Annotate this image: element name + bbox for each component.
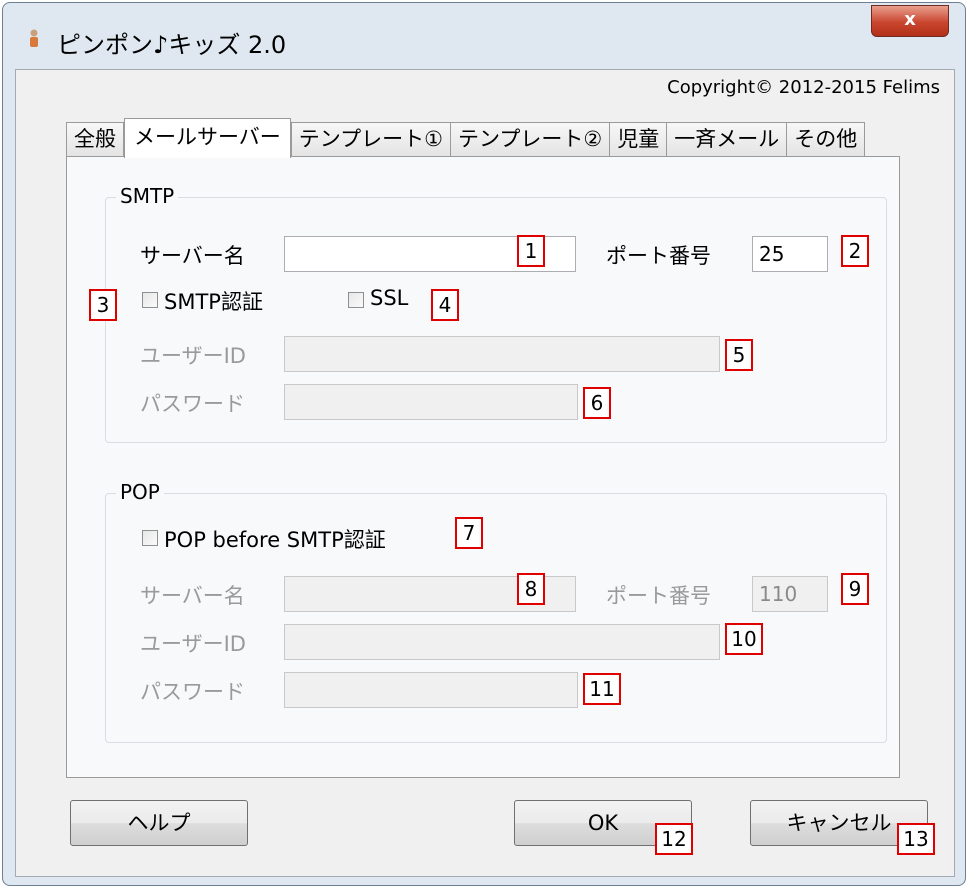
copyright-text: Copyright© 2012-2015 Felims	[667, 77, 940, 98]
tab-template-2[interactable]: テンプレート②	[450, 122, 611, 156]
annotation-marker-6: 6	[583, 387, 611, 419]
annotation-marker-9: 9	[841, 573, 869, 605]
annotation-marker-11: 11	[583, 673, 621, 705]
mail-server-panel: SMTP サーバー名 ポート番号 25 SMTP認証 SSL ユーザーID パス…	[66, 156, 900, 778]
smtp-user-label: ユーザーID	[140, 344, 246, 368]
smtp-auth-label[interactable]: SMTP認証	[164, 286, 263, 316]
smtp-group-title: SMTP	[116, 184, 179, 208]
annotation-marker-8: 8	[517, 573, 545, 605]
annotation-marker-3: 3	[89, 289, 117, 321]
annotation-marker-4: 4	[431, 289, 459, 321]
tab-mail-server[interactable]: メールサーバー	[124, 118, 291, 158]
tab-other[interactable]: その他	[786, 122, 866, 156]
ssl-label[interactable]: SSL	[370, 286, 408, 310]
tab-template-1[interactable]: テンプレート①	[290, 122, 451, 156]
pop-password-input[interactable]	[284, 672, 578, 708]
ssl-checkbox[interactable]	[348, 292, 364, 308]
annotation-marker-7: 7	[455, 517, 483, 549]
pop-user-input[interactable]	[284, 624, 720, 660]
smtp-server-label: サーバー名	[140, 244, 245, 268]
help-button[interactable]: ヘルプ	[70, 800, 248, 846]
pop-before-smtp-checkbox[interactable]	[142, 530, 158, 546]
close-button[interactable]: x	[871, 5, 949, 37]
annotation-marker-1: 1	[517, 235, 545, 267]
pop-port-label: ポート番号	[606, 584, 711, 608]
smtp-password-label: パスワード	[140, 392, 245, 416]
tab-general[interactable]: 全般	[66, 122, 124, 156]
smtp-port-label: ポート番号	[606, 244, 711, 268]
pop-server-label: サーバー名	[140, 584, 245, 608]
annotation-marker-10: 10	[725, 623, 763, 655]
close-icon: x	[904, 9, 916, 30]
app-icon	[30, 29, 38, 47]
pop-port-input[interactable]: 110	[752, 576, 828, 612]
tab-students[interactable]: 児童	[609, 122, 668, 156]
pop-user-label: ユーザーID	[140, 632, 246, 656]
annotation-marker-2: 2	[841, 235, 869, 267]
pop-group-title: POP	[116, 480, 164, 504]
smtp-auth-checkbox[interactable]	[142, 292, 158, 308]
pop-before-smtp-label[interactable]: POP before SMTP認証	[164, 524, 386, 554]
tab-bulk-mail[interactable]: 一斉メール	[666, 122, 788, 156]
annotation-marker-13: 13	[897, 823, 935, 855]
tab-strip: 全般 メールサーバー テンプレート① テンプレート② 児童 一斉メール その他	[66, 118, 866, 158]
smtp-user-input[interactable]	[284, 336, 720, 372]
pop-password-label: パスワード	[140, 680, 245, 704]
dialog-window: ピンポン♪キッズ 2.0 x Copyright© 2012-2015 Feli…	[2, 2, 966, 886]
smtp-port-input[interactable]: 25	[752, 236, 828, 272]
window-title: ピンポン♪キッズ 2.0	[57, 31, 287, 59]
smtp-group: SMTP サーバー名 ポート番号 25 SMTP認証 SSL ユーザーID パス…	[105, 184, 887, 443]
dialog-client-area: Copyright© 2012-2015 Felims 全般 メールサーバー テ…	[15, 69, 955, 877]
annotation-marker-12: 12	[655, 823, 693, 855]
title-bar: ピンポン♪キッズ 2.0 x	[3, 3, 965, 71]
smtp-password-input[interactable]	[284, 384, 578, 420]
pop-group: POP POP before SMTP認証 サーバー名 ポート番号 110 ユー…	[105, 480, 887, 743]
annotation-marker-5: 5	[725, 339, 753, 371]
